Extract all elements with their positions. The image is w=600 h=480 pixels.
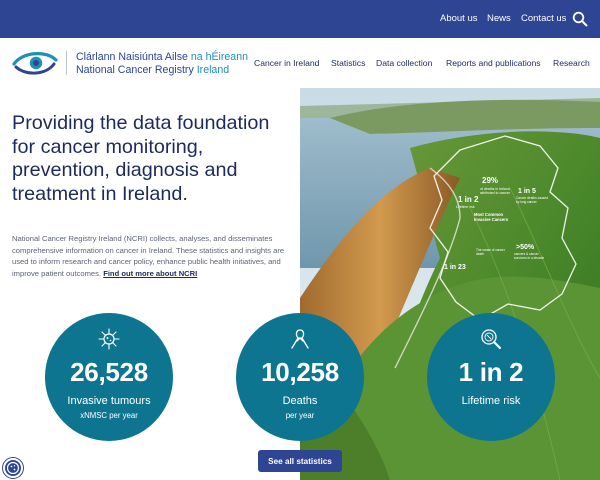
logo-english-accent: Ireland xyxy=(196,64,230,76)
nav-reports-publications[interactable]: Reports and publications xyxy=(446,58,541,68)
magnifier-icon xyxy=(481,329,501,349)
logo-irish-accent: na hÉireann xyxy=(190,51,248,63)
hero-headline: Providing the data foundation for cancer… xyxy=(12,112,270,205)
info-one-in-2-text: Lifetime risk xyxy=(456,205,475,209)
logo-text-english: National Cancer Registry Ireland xyxy=(76,64,229,76)
info-one-in-2: 1 in 2 xyxy=(458,195,479,204)
contact-us-link[interactable]: Contact us xyxy=(521,13,566,24)
cookie-settings-button[interactable] xyxy=(3,458,23,478)
infographic-overlay: 29% of deaths in Ireland attributed to c… xyxy=(440,140,600,340)
logo-irish-main: Clárlann Naisiúnta Ailse xyxy=(76,51,188,63)
eye-logo-icon xyxy=(12,52,58,75)
ncri-logo-mark[interactable] xyxy=(12,50,58,76)
stat-sub: per year xyxy=(285,411,315,420)
search-button[interactable] xyxy=(572,11,588,27)
search-icon xyxy=(572,11,588,27)
cookie-icon xyxy=(6,461,20,475)
virus-icon xyxy=(98,328,120,350)
info-pct-29: 29% xyxy=(482,176,499,185)
info-pct-29-text: of deaths in Ireland attributed to cance… xyxy=(480,187,510,195)
logo-text-irish: Clárlann Naisiúnta Ailse na hÉireann xyxy=(76,51,248,63)
logo-divider xyxy=(66,51,67,75)
stat-invasive-tumours[interactable]: 26,528 Invasive tumours xNMSC per year xyxy=(45,313,173,441)
hero-intro: National Cancer Registry Ireland (NCRI) … xyxy=(12,233,296,279)
info-over-50: >50% xyxy=(516,244,535,251)
info-survivor-text: The cause of cancer death xyxy=(476,248,505,256)
stat-label: Lifetime risk xyxy=(461,395,521,407)
nav-research[interactable]: Research xyxy=(553,58,590,68)
info-most-common: Most Common Invasive Cancers xyxy=(474,212,509,222)
find-out-more-link[interactable]: Find out more about NCRI xyxy=(103,269,197,278)
stat-lifetime-risk[interactable]: 1 in 2 Lifetime risk xyxy=(427,313,555,441)
stat-deaths[interactable]: 10,258 Deaths per year xyxy=(236,313,364,441)
stat-label: Deaths xyxy=(282,395,318,407)
stat-value: 1 in 2 xyxy=(458,357,524,387)
news-link[interactable]: News xyxy=(487,13,511,24)
ribbon-icon xyxy=(291,329,309,349)
logo-english-main: National Cancer Registry xyxy=(76,64,194,76)
info-one-in-23: 1 in 23 xyxy=(444,264,466,271)
top-utility-bar: About us News Contact us xyxy=(0,0,600,38)
stat-value: 26,528 xyxy=(70,357,148,387)
info-one-in-5-text: Cancer deaths caused by lung cancer xyxy=(516,196,548,204)
stat-label: Invasive tumours xyxy=(67,395,151,407)
see-all-statistics-button[interactable]: See all statistics xyxy=(258,450,342,472)
nav-cancer-in-ireland[interactable]: Cancer in Ireland xyxy=(254,58,319,68)
info-one-in-5: 1 in 5 xyxy=(518,188,536,195)
main-navbar: Clárlann Naisiúnta Ailse na hÉireann Nat… xyxy=(0,38,600,88)
stat-sub: xNMSC per year xyxy=(80,411,138,420)
nav-data-collection[interactable]: Data collection xyxy=(376,58,432,68)
about-us-link[interactable]: About us xyxy=(440,13,478,24)
info-over-50-text: cancers & cancer survivors in a decade xyxy=(514,252,545,260)
nav-statistics[interactable]: Statistics xyxy=(331,58,365,68)
stat-value: 10,258 xyxy=(261,357,339,387)
